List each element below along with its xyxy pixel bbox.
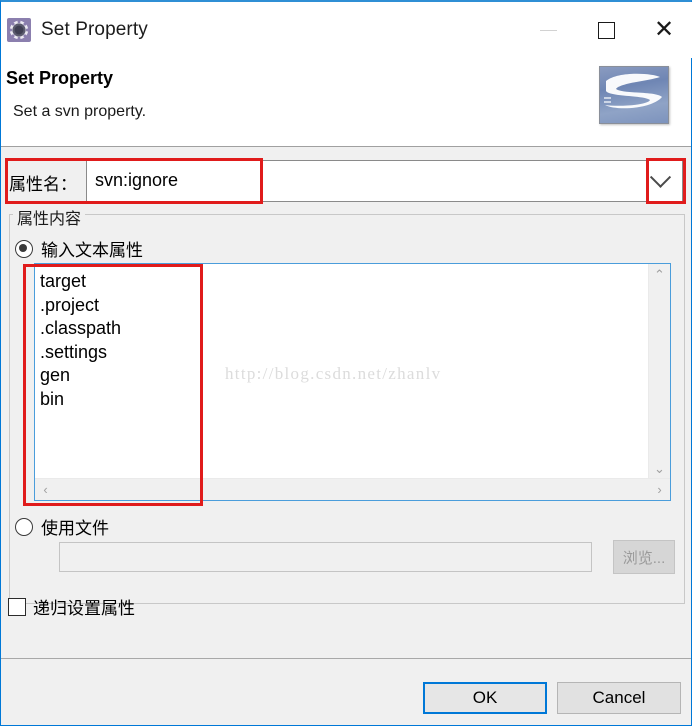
ok-button[interactable]: OK [423, 682, 547, 714]
textarea-line: .project [40, 294, 100, 315]
vertical-scrollbar[interactable]: ⌃ ⌄ [648, 264, 670, 479]
chevron-right-icon[interactable]: › [649, 479, 670, 500]
radio-indicator-text [15, 239, 33, 258]
window-title: Set Property [41, 19, 148, 40]
radio-text-property[interactable]: 输入文本属性 [15, 236, 143, 261]
horizontal-scrollbar[interactable]: ‹ › [35, 478, 670, 500]
textarea-line: bin [40, 388, 65, 409]
set-property-dialog: Set Property ✕ Set Property Set a svn pr… [0, 0, 692, 726]
radio-text-property-label: 输入文本属性 [41, 241, 143, 260]
recursive-checkbox-label: 递归设置属性 [33, 599, 135, 618]
textarea-content[interactable]: target .project .classpath .settings gen… [35, 264, 648, 478]
chevron-up-icon[interactable]: ⌃ [649, 264, 670, 285]
gear-icon [6, 17, 32, 43]
radio-indicator-file [15, 517, 33, 536]
chevron-down-icon[interactable]: ⌄ [649, 458, 670, 479]
property-name-value: svn:ignore [95, 170, 179, 190]
textarea-line: .classpath [40, 318, 122, 338]
browse-button[interactable]: 浏览... [613, 540, 675, 574]
property-value-textarea[interactable]: target .project .classpath .settings gen… [34, 263, 671, 501]
window-controls: ✕ [519, 2, 692, 58]
property-name-row: 属性名： svn:ignore [1, 160, 692, 204]
dialog-header: Set Property Set a svn property. [1, 58, 691, 147]
maximize-icon [597, 21, 615, 39]
footer-separator [1, 658, 691, 659]
maximize-button[interactable] [577, 6, 635, 54]
radio-use-file[interactable]: 使用文件 [15, 514, 109, 539]
cancel-button[interactable]: Cancel [557, 682, 681, 714]
page-title: Set Property [6, 68, 114, 88]
property-name-label: 属性名： [9, 175, 77, 194]
textarea-line: gen [40, 365, 71, 385]
property-name-combo[interactable]: svn:ignore [86, 160, 683, 202]
chevron-down-glyph [649, 166, 671, 188]
chevron-down-icon[interactable] [638, 161, 682, 201]
chevron-left-icon[interactable]: ‹ [35, 479, 56, 500]
minimize-icon [539, 29, 557, 31]
textarea-line: target [40, 271, 87, 291]
recursive-checkbox-row[interactable]: 递归设置属性 [8, 594, 135, 619]
close-icon: ✕ [653, 16, 675, 43]
radio-use-file-label: 使用文件 [41, 519, 109, 538]
page-subtitle: Set a svn property. [13, 103, 147, 120]
title-bar: Set Property ✕ [1, 2, 692, 58]
textarea-line: .settings [40, 341, 108, 362]
file-path-input[interactable] [59, 542, 592, 572]
property-content-legend: 属性内容 [13, 205, 86, 229]
minimize-button[interactable] [519, 6, 577, 54]
close-button[interactable]: ✕ [635, 6, 692, 54]
checkbox-indicator-recursive[interactable] [8, 597, 26, 616]
subversion-logo [599, 66, 669, 124]
